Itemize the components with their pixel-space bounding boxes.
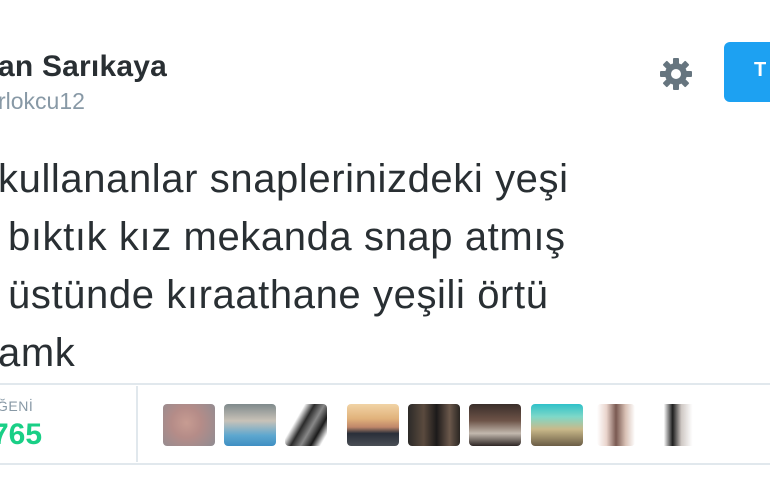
stats-divider xyxy=(0,383,770,385)
avatar[interactable] xyxy=(408,404,460,446)
tweet-line: üstünde kıraathane yeşili örtü xyxy=(8,273,549,317)
display-name[interactable]: an Sarıkaya xyxy=(0,50,167,84)
avatar[interactable] xyxy=(597,404,635,446)
avatar[interactable] xyxy=(224,404,276,446)
avatar[interactable] xyxy=(655,404,699,446)
avatar[interactable] xyxy=(531,404,583,446)
tweet-line: bıktık kız mekanda snap atmış xyxy=(8,215,566,259)
avatar[interactable] xyxy=(347,404,399,446)
follow-button-label: T xyxy=(754,59,767,81)
likes-count: 765 xyxy=(0,418,43,451)
avatar[interactable] xyxy=(285,404,327,446)
tweet-text: kullananlar snaplerinizdeki yeşi bıktık … xyxy=(0,150,770,382)
tweet-line: kullananlar snaplerinizdeki yeşi xyxy=(0,157,569,201)
likes-label: ĞENİ xyxy=(0,398,34,414)
gear-icon[interactable] xyxy=(656,54,696,94)
avatar[interactable] xyxy=(163,404,215,446)
follow-button[interactable]: T xyxy=(724,42,770,102)
user-handle[interactable]: rlokcu12 xyxy=(0,88,85,115)
stats-separator xyxy=(136,386,138,462)
tweet-line: amk xyxy=(0,331,76,375)
stats-divider xyxy=(0,463,770,465)
avatar[interactable] xyxy=(469,404,521,446)
